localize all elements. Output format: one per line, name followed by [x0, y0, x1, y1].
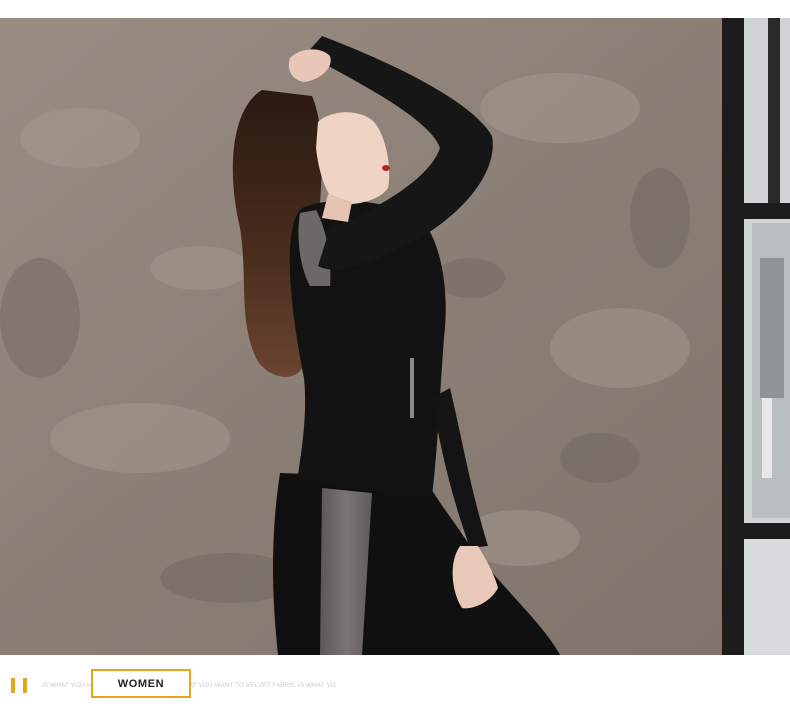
banner-footer: IS WHAT YOU WANT TO VELVET FABRIC IS WHA… [0, 655, 790, 717]
window-frame [722, 18, 790, 655]
decor-bars [11, 678, 29, 693]
category-label-box: WOMEN [91, 669, 191, 698]
accent-bar [11, 678, 15, 693]
accent-bar [23, 678, 27, 693]
zipper [410, 358, 414, 418]
product-photo [0, 18, 790, 655]
category-label: WOMEN [117, 678, 165, 690]
product-page: IS WHAT YOU WANT TO VELVET FABRIC IS WHA… [0, 0, 790, 717]
lips [382, 165, 390, 171]
